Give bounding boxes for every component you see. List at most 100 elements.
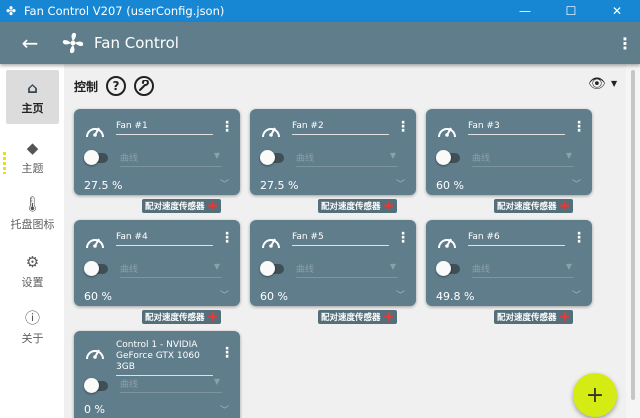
fan-card-4: Fan #4 ⋮ 曲线 ▼ 60 % ﹀ bbox=[74, 220, 240, 306]
chevron-down-icon[interactable]: ﹀ bbox=[220, 403, 229, 416]
help-icon[interactable]: ? bbox=[106, 76, 126, 96]
pair-speed-sensor-button[interactable]: 配对速度传感器 ✚ bbox=[318, 199, 397, 213]
fan-card-2: Fan #2 ⋮ 曲线 ▼ 27.5 % ﹀ bbox=[250, 109, 416, 195]
card-menu-icon[interactable]: ⋮ bbox=[220, 231, 234, 245]
toggle-knob bbox=[260, 150, 275, 165]
pair-sensor-label: 配对速度传感器 bbox=[497, 313, 557, 323]
sidebar-item-tray-icon[interactable]: 🌡 托盘图标 bbox=[6, 186, 59, 240]
speedometer-icon bbox=[438, 127, 456, 138]
curve-select[interactable]: 曲线 ▼ bbox=[120, 262, 222, 278]
enable-toggle[interactable] bbox=[260, 150, 284, 165]
card-menu-icon[interactable]: ⋮ bbox=[396, 120, 410, 134]
info-icon: ⓘ bbox=[24, 308, 40, 327]
curve-select[interactable]: 曲线 ▼ bbox=[296, 262, 398, 278]
fan-name-field[interactable]: Fan #5 bbox=[292, 232, 389, 246]
sidebar-item-label: 主页 bbox=[21, 101, 44, 115]
sidebar-item-theme[interactable]: ◆ 主题 bbox=[6, 130, 59, 184]
speedometer-icon bbox=[86, 349, 104, 360]
toggle-knob bbox=[436, 261, 451, 276]
fan-name-field[interactable]: Fan #2 bbox=[292, 121, 389, 135]
enable-toggle[interactable] bbox=[84, 378, 108, 393]
curve-select[interactable]: 曲线 ▼ bbox=[296, 151, 398, 167]
fan-name-field[interactable]: Fan #3 bbox=[468, 121, 565, 135]
pair-sensor-label: 配对速度传感器 bbox=[145, 313, 205, 323]
curve-select[interactable]: 曲线 ▼ bbox=[472, 151, 574, 167]
curve-select-value: 曲线 bbox=[120, 380, 139, 390]
scrollbar-thumb[interactable] bbox=[631, 70, 635, 400]
pair-speed-sensor-button[interactable]: 配对速度传感器 ✚ bbox=[142, 310, 221, 324]
pair-speed-sensor-button[interactable]: 配对速度传感器 ✚ bbox=[494, 310, 573, 324]
curve-select[interactable]: 曲线 ▼ bbox=[472, 262, 574, 278]
pair-speed-sensor-button[interactable]: 配对速度传感器 ✚ bbox=[494, 199, 573, 213]
caret-down-icon[interactable]: ▼ bbox=[611, 79, 617, 88]
pair-sensor-label: 配对速度传感器 bbox=[497, 202, 557, 212]
back-arrow-icon[interactable]: ← bbox=[0, 22, 60, 64]
card-menu-icon[interactable]: ⋮ bbox=[220, 346, 234, 360]
chevron-down-icon[interactable]: ﹀ bbox=[572, 288, 581, 301]
eye-icon[interactable]: 👁 bbox=[588, 76, 606, 92]
card-menu-icon[interactable]: ⋮ bbox=[572, 120, 586, 134]
curve-select-value: 曲线 bbox=[472, 265, 491, 275]
sidebar-item-settings[interactable]: ⚙ 设置 bbox=[6, 244, 59, 298]
plus-icon: ✚ bbox=[207, 199, 218, 213]
vertical-scrollbar[interactable] bbox=[626, 64, 640, 418]
caret-down-icon: ▼ bbox=[213, 151, 220, 160]
caret-down-icon: ▼ bbox=[213, 377, 220, 386]
caret-down-icon: ▼ bbox=[565, 262, 572, 271]
card-menu-icon[interactable]: ⋮ bbox=[396, 231, 410, 245]
window-title: Fan Control V207 (userConfig.json) bbox=[24, 4, 225, 18]
minimize-button[interactable]: — bbox=[502, 0, 548, 22]
fan-card-1: Fan #1 ⋮ 曲线 ▼ 27.5 % ﹀ bbox=[74, 109, 240, 195]
enable-toggle[interactable] bbox=[436, 150, 460, 165]
enable-toggle[interactable] bbox=[84, 261, 108, 276]
speedometer-icon bbox=[438, 238, 456, 249]
sidebar-item-home[interactable]: ⌂ 主页 bbox=[6, 70, 59, 124]
pair-speed-sensor-button[interactable]: 配对速度传感器 ✚ bbox=[142, 199, 221, 213]
fan-name-field[interactable]: Fan #4 bbox=[116, 232, 213, 246]
caret-down-icon: ▼ bbox=[565, 151, 572, 160]
card-menu-icon[interactable]: ⋮ bbox=[572, 231, 586, 245]
add-button[interactable]: + bbox=[573, 373, 617, 417]
toggle-knob bbox=[84, 150, 99, 165]
curve-select-value: 曲线 bbox=[296, 265, 315, 275]
chevron-down-icon[interactable]: ﹀ bbox=[220, 288, 229, 301]
chevron-down-icon[interactable]: ﹀ bbox=[396, 288, 405, 301]
maximize-button[interactable]: ☐ bbox=[548, 0, 594, 22]
wrench-icon[interactable] bbox=[134, 76, 154, 96]
curve-select-value: 曲线 bbox=[472, 154, 491, 164]
overflow-menu-icon[interactable]: ⋮ bbox=[610, 22, 640, 64]
fan-name-field[interactable]: Control 1 - NVIDIA GeForce GTX 1060 3GB bbox=[116, 340, 213, 376]
sidebar-item-label: 关于 bbox=[21, 331, 44, 345]
chevron-down-icon[interactable]: ﹀ bbox=[396, 177, 405, 190]
pair-sensor-label: 配对速度传感器 bbox=[145, 202, 205, 212]
plus-icon: ✚ bbox=[207, 310, 218, 324]
section-title: 控制 bbox=[74, 80, 99, 94]
chevron-down-icon[interactable]: ﹀ bbox=[572, 177, 581, 190]
enable-toggle[interactable] bbox=[436, 261, 460, 276]
fan-speed-value: 0 % bbox=[84, 403, 105, 416]
chevron-down-icon[interactable]: ﹀ bbox=[220, 177, 229, 190]
thermometer-icon: 🌡 bbox=[22, 194, 43, 213]
fan-name-field[interactable]: Fan #1 bbox=[116, 121, 213, 135]
gear-icon: ⚙ bbox=[25, 252, 40, 271]
fan-name-line: Control 1 - NVIDIA bbox=[116, 340, 198, 350]
sidebar-item-label: 托盘图标 bbox=[10, 217, 55, 231]
fan-name-field[interactable]: Fan #6 bbox=[468, 232, 565, 246]
plus-icon: ✚ bbox=[383, 310, 394, 324]
card-menu-icon[interactable]: ⋮ bbox=[220, 120, 234, 134]
close-button[interactable]: ✕ bbox=[594, 0, 640, 22]
toggle-knob bbox=[260, 261, 275, 276]
enable-toggle[interactable] bbox=[260, 261, 284, 276]
sidebar-item-about[interactable]: ⓘ 关于 bbox=[6, 300, 59, 354]
sidebar-item-label: 设置 bbox=[21, 275, 44, 289]
fan-speed-value: 60 % bbox=[260, 290, 288, 303]
speedometer-icon bbox=[262, 238, 280, 249]
pair-speed-sensor-button[interactable]: 配对速度传感器 ✚ bbox=[318, 310, 397, 324]
curve-select[interactable]: 曲线 ▼ bbox=[120, 151, 222, 167]
fan-card-3: Fan #3 ⋮ 曲线 ▼ 60 % ﹀ bbox=[426, 109, 592, 195]
fan-card-5: Fan #5 ⋮ 曲线 ▼ 60 % ﹀ bbox=[250, 220, 416, 306]
enable-toggle[interactable] bbox=[84, 150, 108, 165]
curve-select[interactable]: 曲线 ▼ bbox=[120, 377, 222, 393]
curve-select-value: 曲线 bbox=[120, 265, 139, 275]
fan-card-control-1: Control 1 - NVIDIA GeForce GTX 1060 3GB ⋮… bbox=[74, 331, 240, 418]
